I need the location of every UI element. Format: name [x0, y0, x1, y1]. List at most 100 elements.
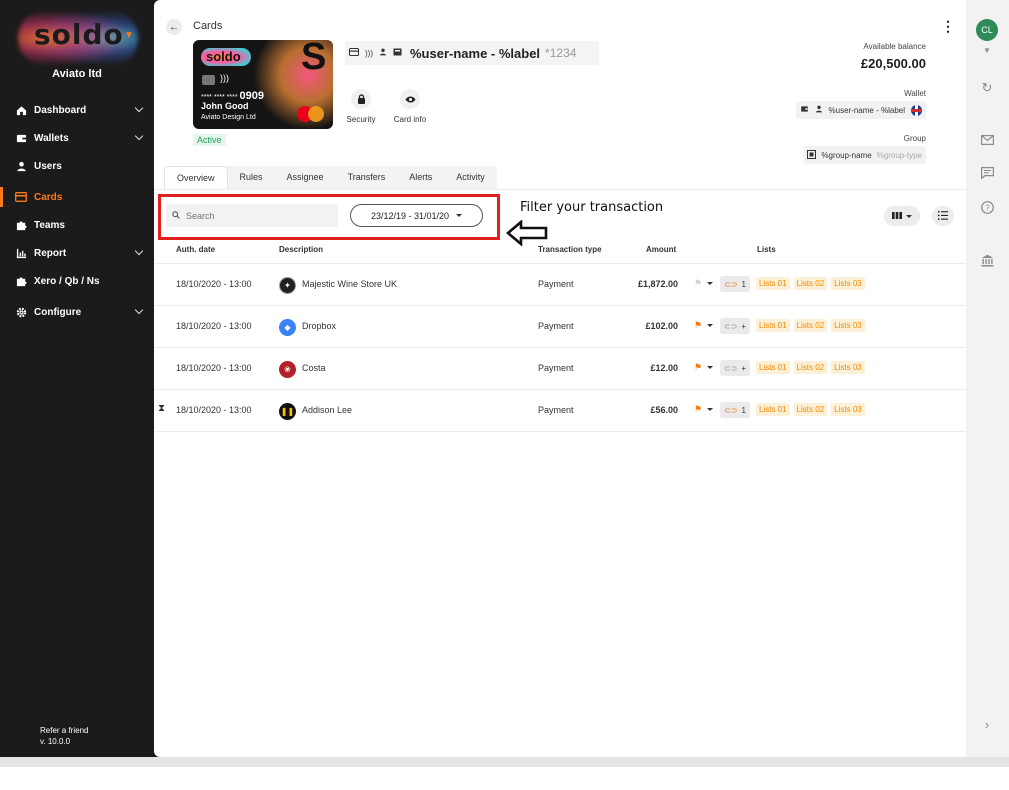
tab-alerts[interactable]: Alerts: [397, 166, 444, 189]
sidebar-item-users[interactable]: Users: [0, 152, 154, 180]
search-input[interactable]: [186, 210, 326, 221]
sidebar: soldo ▼ Aviato ltd Dashboard Wallets Use…: [0, 0, 154, 757]
row-merchant: Dropbox: [302, 321, 337, 331]
balance-label: Available balance: [863, 42, 926, 51]
mastercard-icon: [297, 106, 325, 122]
flag-icon[interactable]: ⚑: [694, 320, 702, 331]
group-chip[interactable]: %group-name %group-type: [803, 146, 926, 164]
sidebar-item-configure[interactable]: Configure: [0, 298, 154, 326]
tab-assignee[interactable]: Assignee: [275, 166, 336, 189]
card-info-button[interactable]: Card info: [388, 89, 432, 124]
search-field[interactable]: [166, 204, 338, 227]
row-amount: £102.00: [645, 321, 678, 331]
row-type: Payment: [538, 321, 574, 331]
sidebar-item-dashboard[interactable]: Dashboard: [0, 96, 154, 124]
table-row[interactable]: 18/10/2020 - 13:00 ◆ Dropbox Payment £10…: [154, 306, 966, 348]
receipt-button[interactable]: ⊂⊃ +: [720, 360, 750, 376]
user-icon: [379, 48, 387, 58]
tab-activity[interactable]: Activity: [444, 166, 497, 189]
sidebar-item-label: Wallets: [34, 132, 69, 144]
header-auth-date[interactable]: Auth. date: [176, 245, 215, 254]
sidebar-item-integrations[interactable]: Xero / Qb / Ns: [0, 267, 154, 295]
row-date: 18/10/2020 - 13:00: [176, 405, 252, 415]
chevron-down-icon: [456, 214, 463, 217]
card-last-digits: *1234: [545, 46, 577, 60]
list-tag[interactable]: Lists 01: [756, 319, 790, 332]
row-amount: £56.00: [650, 405, 678, 415]
list-tag[interactable]: Lists 02: [793, 361, 828, 374]
sidebar-item-report[interactable]: Report: [0, 239, 154, 267]
row-date: 18/10/2020 - 13:00: [176, 279, 252, 289]
chevron-down-icon[interactable]: [707, 282, 713, 285]
sidebar-item-wallets[interactable]: Wallets: [0, 124, 154, 152]
more-options-icon[interactable]: ⋮: [941, 18, 955, 35]
table-row[interactable]: ⧗ 18/10/2020 - 13:00 ❚❚ Addison Lee Paym…: [154, 390, 966, 432]
home-icon: [15, 104, 27, 116]
header-transaction-type[interactable]: Transaction type: [538, 245, 602, 254]
security-button[interactable]: Security: [339, 89, 383, 124]
list-tag[interactable]: Lists 01: [756, 277, 790, 290]
sidebar-item-label: Users: [34, 160, 62, 172]
app-frame: soldo ▼ Aviato ltd Dashboard Wallets Use…: [0, 0, 1009, 757]
user-icon: [15, 160, 27, 172]
mail-icon[interactable]: [979, 132, 995, 148]
chevron-down-icon[interactable]: [707, 324, 713, 327]
list-tag[interactable]: Lists 02: [793, 277, 828, 290]
tab-transfers[interactable]: Transfers: [336, 166, 398, 189]
sidebar-nav: Dashboard Wallets Users Cards Teams Repo…: [0, 96, 154, 326]
list-tag[interactable]: Lists 03: [831, 319, 865, 332]
chevron-down-icon: [134, 305, 144, 315]
header-amount[interactable]: Amount: [646, 245, 676, 254]
header-lists[interactable]: Lists: [757, 245, 776, 254]
list-tag[interactable]: Lists 02: [793, 403, 828, 416]
uk-flag-icon: [911, 104, 922, 116]
bank-icon[interactable]: [979, 252, 995, 268]
list-tag[interactable]: Lists 03: [831, 403, 865, 416]
brand-logo[interactable]: soldo ▼: [18, 10, 138, 66]
list-tag[interactable]: Lists 01: [756, 403, 790, 416]
chevron-down-icon[interactable]: ▼: [124, 30, 134, 41]
refresh-icon[interactable]: ↻: [979, 80, 995, 96]
chevron-right-icon[interactable]: ›: [979, 716, 995, 732]
help-icon[interactable]: ?: [979, 199, 995, 215]
sort-list-button[interactable]: [932, 206, 954, 226]
avatar[interactable]: CL: [976, 19, 998, 41]
date-range-picker[interactable]: 23/12/19 - 31/01/20: [350, 204, 483, 227]
refer-friend-link[interactable]: Refer a friend: [40, 725, 88, 736]
chat-icon[interactable]: [979, 165, 995, 181]
receipt-button[interactable]: ⊂⊃ 1: [720, 276, 750, 292]
chevron-down-icon[interactable]: ▼: [979, 42, 995, 58]
card-label-header: ))) %user-name - %label *1234: [345, 41, 599, 65]
chevron-down-icon[interactable]: [707, 366, 713, 369]
list-tag[interactable]: Lists 02: [793, 319, 828, 332]
row-amount: £12.00: [650, 363, 678, 373]
sidebar-item-label: Configure: [34, 306, 82, 318]
list-tag[interactable]: Lists 03: [831, 361, 865, 374]
tab-overview[interactable]: Overview: [164, 166, 228, 189]
list-tag[interactable]: Lists 01: [756, 361, 790, 374]
table-row[interactable]: 18/10/2020 - 13:00 ✦ Majestic Wine Store…: [154, 264, 966, 306]
flag-icon[interactable]: ⚑: [694, 278, 702, 289]
flag-icon[interactable]: ⚑: [694, 362, 702, 373]
view-toggle-button[interactable]: [884, 206, 920, 226]
breadcrumb[interactable]: Cards: [193, 20, 222, 32]
sidebar-item-teams[interactable]: Teams: [0, 211, 154, 239]
wallet-chip[interactable]: %user-name - %label: [795, 101, 926, 119]
flag-icon[interactable]: ⚑: [694, 404, 702, 415]
tab-rules[interactable]: Rules: [228, 166, 275, 189]
sidebar-item-cards[interactable]: Cards: [0, 183, 154, 211]
table-row[interactable]: 18/10/2020 - 13:00 ❀ Costa Payment £12.0…: [154, 348, 966, 390]
balance-value: £20,500.00: [860, 56, 926, 71]
row-type: Payment: [538, 405, 574, 415]
group-type: %group-type: [876, 150, 922, 160]
chevron-down-icon[interactable]: [707, 408, 713, 411]
header-description[interactable]: Description: [279, 245, 323, 254]
logo-text: soldo: [34, 18, 124, 51]
back-arrow-icon[interactable]: ←: [166, 19, 182, 35]
receipt-button[interactable]: ⊂⊃ 1: [720, 402, 750, 418]
annotation-text: Filter your transaction: [520, 200, 664, 215]
receipt-button[interactable]: ⊂⊃ +: [720, 318, 750, 334]
pending-hourglass-icon: ⧗: [158, 403, 166, 414]
sidebar-item-label: Cards: [34, 191, 63, 203]
list-tag[interactable]: Lists 03: [831, 277, 865, 290]
